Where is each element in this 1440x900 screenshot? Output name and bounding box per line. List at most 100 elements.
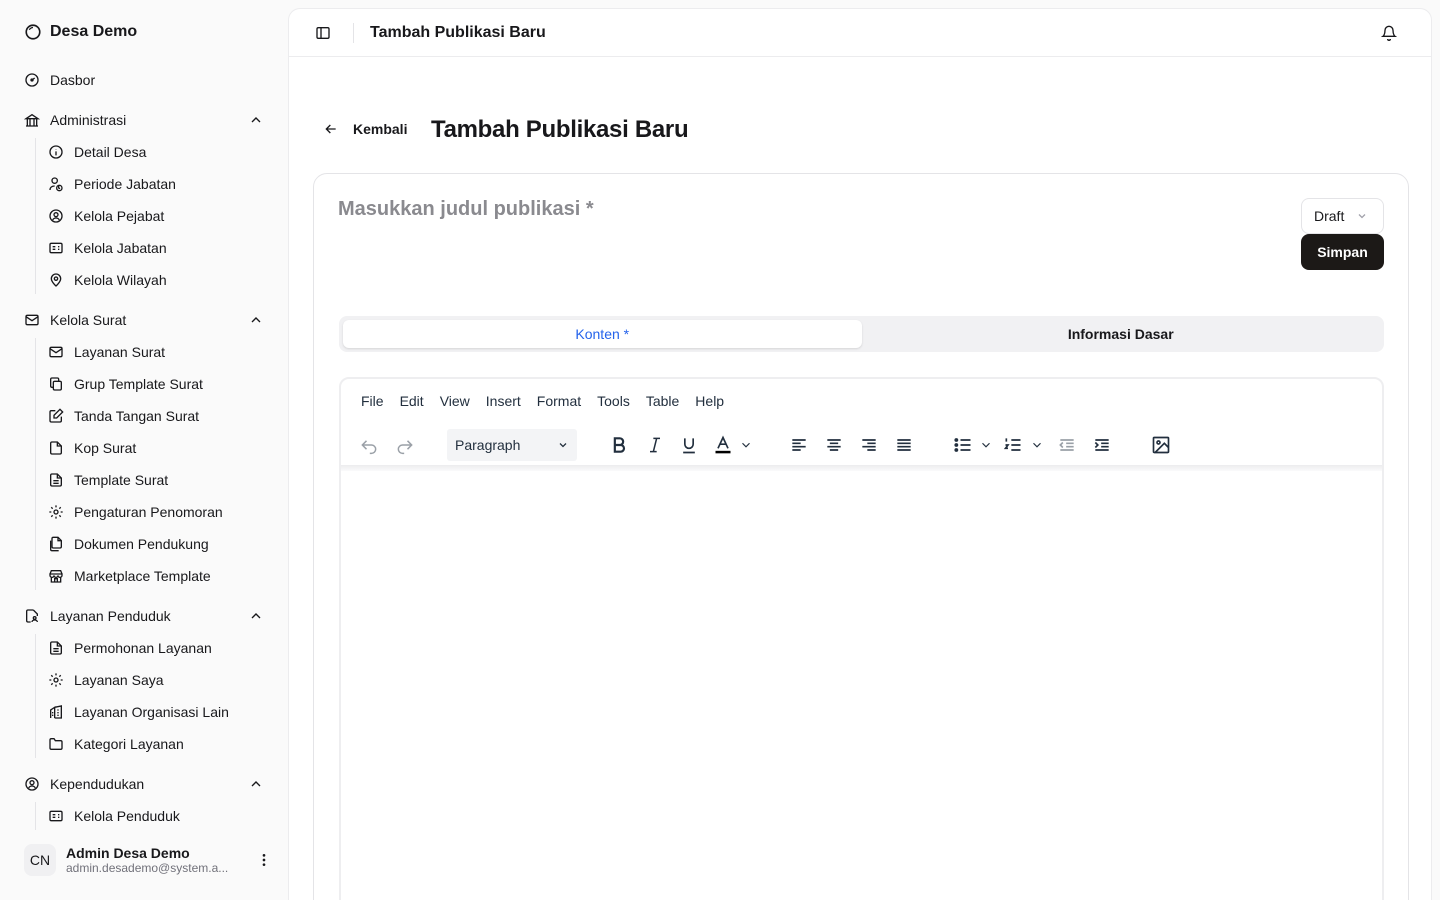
italic-icon (650, 437, 660, 453)
back-label: Kembali (353, 121, 408, 137)
align-justify-icon (897, 439, 911, 451)
sidebar-group-kependudukan[interactable]: Kependudukan (24, 768, 264, 800)
sidebar-item-label: Template Surat (74, 472, 169, 488)
sidebar-item-label: Dasbor (50, 72, 96, 88)
menu-file[interactable]: File (353, 389, 392, 413)
bell-icon[interactable] (1381, 25, 1397, 41)
sidebar-item-permohonan-layanan[interactable]: Permohonan Layanan (48, 632, 264, 664)
sidebar-item-label: Tanda Tangan Surat (74, 408, 200, 424)
divider (353, 23, 354, 43)
user-clock-icon (49, 177, 63, 192)
page-title: Tambah Publikasi Baru (431, 116, 689, 143)
menu-edit[interactable]: Edit (392, 389, 432, 413)
id-card-icon (49, 242, 63, 254)
numbered-list-button[interactable] (1001, 425, 1025, 465)
menu-insert[interactable]: Insert (478, 389, 529, 413)
underline-button[interactable] (677, 425, 701, 465)
align-right-icon (862, 439, 876, 451)
align-left-icon (792, 439, 806, 451)
sidebar-item-layanan-organisasi-lain[interactable]: Layanan Organisasi Lain (48, 696, 264, 728)
bullet-list-button[interactable] (951, 425, 975, 465)
status-select[interactable]: Draft (1301, 198, 1384, 234)
chevron-down-icon (559, 443, 567, 448)
sidebar-item-kelola-wilayah[interactable]: Kelola Wilayah (48, 264, 264, 296)
editor-content-area[interactable] (341, 471, 1382, 900)
rich-text-editor: File Edit View Insert Format Tools Table… (339, 377, 1384, 900)
save-button[interactable]: Simpan (1301, 234, 1384, 270)
menu-tools[interactable]: Tools (589, 389, 638, 413)
tab-informasi-dasar[interactable]: Informasi Dasar (862, 320, 1381, 348)
text-color-button[interactable] (711, 425, 735, 465)
sidebar-item-kelola-jabatan[interactable]: Kelola Jabatan (48, 232, 264, 264)
sidebar-item-layanan-saya[interactable]: Layanan Saya (48, 664, 264, 696)
menu-view[interactable]: View (432, 389, 478, 413)
menu-help[interactable]: Help (687, 389, 732, 413)
panel-left-icon[interactable] (315, 25, 331, 41)
brand[interactable]: Desa Demo (24, 22, 137, 42)
italic-button[interactable] (643, 425, 667, 465)
text-color-dropdown[interactable] (739, 425, 753, 465)
sidebar-item-periode-jabatan[interactable]: Periode Jabatan (48, 168, 264, 200)
sidebar-item-kop-surat[interactable]: Kop Surat (48, 432, 264, 464)
user-circle-icon (25, 777, 39, 791)
editor-menubar: File Edit View Insert Format Tools Table… (341, 379, 1382, 423)
sidebar-item-label: Pengaturan Penomoran (74, 504, 223, 520)
indent-button[interactable] (1090, 425, 1114, 465)
image-icon (1152, 436, 1170, 454)
align-right-button[interactable] (857, 425, 881, 465)
redo-icon (397, 440, 413, 455)
sidebar-group-administrasi[interactable]: Administrasi (24, 104, 264, 136)
align-left-button[interactable] (787, 425, 811, 465)
title-input[interactable] (338, 198, 1218, 221)
block-format-select[interactable]: Paragraph (447, 429, 577, 461)
sidebar-item-label: Kelola Wilayah (74, 272, 167, 288)
mail-icon (49, 346, 63, 358)
sidebar-item-template-surat[interactable]: Template Surat (48, 464, 264, 496)
menu-table[interactable]: Table (638, 389, 687, 413)
sidebar-item-kelola-pejabat[interactable]: Kelola Pejabat (48, 200, 264, 232)
mail-icon (25, 314, 39, 326)
chevron-down-icon (982, 442, 990, 448)
numbered-list-dropdown[interactable] (1030, 425, 1044, 465)
sidebar-group-label: Administrasi (50, 112, 127, 128)
align-justify-button[interactable] (892, 425, 916, 465)
chevron-up-icon (251, 781, 261, 787)
sidebar-group-layanan-penduduk[interactable]: Layanan Penduduk (24, 600, 264, 632)
sidebar-item-grup-template-surat[interactable]: Grup Template Surat (48, 368, 264, 400)
arrow-left-icon (325, 124, 336, 134)
file-text-icon (50, 641, 62, 655)
sidebar-item-dashboard[interactable]: Dasbor (24, 64, 264, 96)
sidebar-item-tanda-tangan-surat[interactable]: Tanda Tangan Surat (48, 400, 264, 432)
building-icon (50, 705, 62, 719)
back-button[interactable]: Kembali (323, 121, 407, 137)
user-profile[interactable]: CN Admin Desa Demo admin.desademo@system… (24, 838, 272, 882)
redo-button[interactable] (393, 425, 417, 465)
sidebar-item-label: Kelola Penduduk (74, 808, 180, 824)
sidebar-item-dokumen-pendukung[interactable]: Dokumen Pendukung (48, 528, 264, 560)
sidebar-item-kelola-penduduk[interactable]: Kelola Penduduk (48, 800, 264, 832)
outdent-button[interactable] (1055, 425, 1079, 465)
align-center-button[interactable] (822, 425, 846, 465)
bullet-list-dropdown[interactable] (979, 425, 993, 465)
undo-button[interactable] (357, 425, 381, 465)
sidebar-item-label: Kop Surat (74, 440, 137, 456)
editor-toolbar: Paragraph (341, 425, 1382, 465)
insert-image-button[interactable] (1149, 425, 1173, 465)
sidebar-item-layanan-surat[interactable]: Layanan Surat (48, 336, 264, 368)
user-email: admin.desademo@system.a... (66, 861, 229, 875)
menu-format[interactable]: Format (529, 389, 589, 413)
sidebar-item-detail-desa[interactable]: Detail Desa (48, 136, 264, 168)
text-color-icon (715, 435, 731, 454)
sidebar-item-label: Permohonan Layanan (74, 640, 212, 656)
sidebar-group-kelola-surat[interactable]: Kelola Surat (24, 304, 264, 336)
sidebar-item-kategori-layanan[interactable]: Kategori Layanan (48, 728, 264, 760)
tab-konten[interactable]: Konten * (343, 320, 862, 348)
avatar: CN (24, 844, 56, 876)
sidebar-item-label: Dokumen Pendukung (74, 536, 209, 552)
sidebar-item-marketplace-template[interactable]: Marketplace Template (48, 560, 264, 592)
sidebar-item-pengaturan-penomoran[interactable]: Pengaturan Penomoran (48, 496, 264, 528)
bold-button[interactable] (607, 425, 631, 465)
more-vertical-icon[interactable] (256, 852, 272, 868)
copy-icon (50, 377, 62, 391)
submenu-line (35, 634, 36, 758)
